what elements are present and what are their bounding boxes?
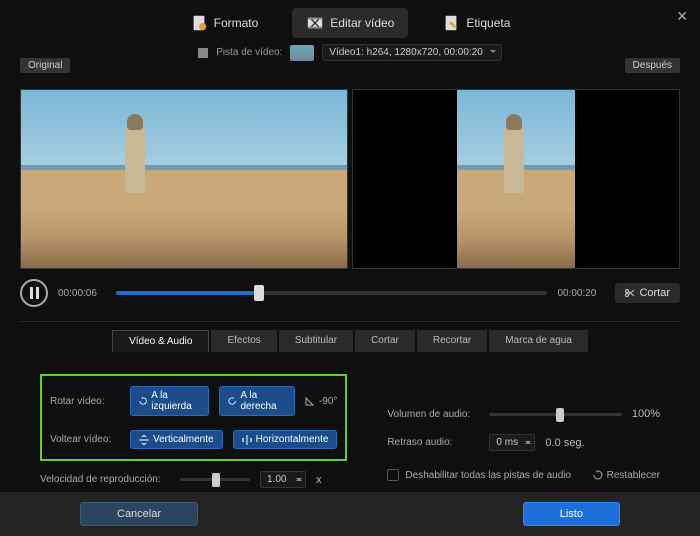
track-select[interactable]: Vídeo1: h264, 1280x720, 00:00:20 [322,44,501,61]
volume-value: 100% [632,408,660,420]
cut-button[interactable]: Cortar [615,283,680,303]
cancel-button[interactable]: Cancelar [80,502,198,526]
flip-label: Voltear vídeo: [50,434,120,445]
track-thumbnail [290,45,314,61]
original-label: Original [20,58,70,73]
after-label: Después [625,58,680,73]
pause-button[interactable] [20,279,48,307]
preview-after [352,89,680,269]
rotate-left-button[interactable]: A la izquierda [130,386,209,416]
tag-icon [442,14,460,32]
rotate-angle: -90° [305,396,337,407]
rotate-ccw-icon [139,396,147,406]
reset-button[interactable]: Restablecer [593,470,660,481]
page-icon [190,14,208,32]
reset-icon [593,470,603,480]
delay-label: Retraso audio: [387,437,479,448]
tab-format[interactable]: Formato [176,8,273,38]
speed-slider[interactable] [180,478,250,481]
film-icon [198,48,208,58]
tab-format-label: Formato [214,16,259,30]
playback-thumb[interactable] [254,285,264,301]
flip-v-icon [139,435,149,445]
tab-watermark[interactable]: Marca de agua [489,330,588,352]
rotate-flip-group: Rotar vídeo: A la izquierda A la derecha… [40,374,347,461]
ready-button[interactable]: Listo [523,502,620,526]
tab-edit-label: Editar vídeo [330,16,394,30]
rotate-label: Rotar vídeo: [50,396,120,407]
tab-subtitle[interactable]: Subtitular [279,330,353,352]
speed-label: Velocidad de reproducción: [40,474,170,485]
volume-slider[interactable] [489,413,621,416]
tab-crop[interactable]: Recortar [417,330,487,352]
flip-horizontal-button[interactable]: Horizontalmente [233,430,338,449]
rotate-cw-icon [228,396,236,406]
scissors-icon [625,288,635,298]
playback-slider[interactable] [116,291,547,295]
rotate-right-button[interactable]: A la derecha [219,386,295,416]
speed-value[interactable]: 1.00 [260,471,306,488]
flip-h-icon [242,435,252,445]
angle-icon [305,396,315,406]
speed-unit: x [316,474,322,486]
pause-icon [30,287,39,299]
disable-audio-label: Deshabilitar todas las pistas de audio [405,470,571,481]
delay-unit: 0.0 seg. [545,437,584,449]
time-current: 00:00:06 [58,288,106,299]
disable-audio-checkbox[interactable] [387,469,399,481]
tab-edit-video[interactable]: Editar vídeo [292,8,408,38]
close-icon[interactable]: ✕ [676,8,688,25]
tab-effects[interactable]: Efectos [211,330,276,352]
tab-cut[interactable]: Cortar [355,330,415,352]
track-label: Pista de vídeo: [216,47,282,58]
preview-original [20,89,348,269]
film-scissors-icon [306,14,324,32]
time-total: 00:00:20 [557,288,605,299]
volume-thumb[interactable] [556,408,564,422]
tab-video-audio[interactable]: Vídeo & Audio [112,330,209,352]
divider [20,321,680,322]
flip-vertical-button[interactable]: Verticalmente [130,430,223,449]
volume-label: Volumen de audio: [387,409,479,420]
cut-label: Cortar [639,287,670,299]
delay-value[interactable]: 0 ms [489,434,535,451]
speed-thumb[interactable] [212,473,220,487]
tab-label[interactable]: Etiqueta [428,8,524,38]
tab-label-label: Etiqueta [466,16,510,30]
